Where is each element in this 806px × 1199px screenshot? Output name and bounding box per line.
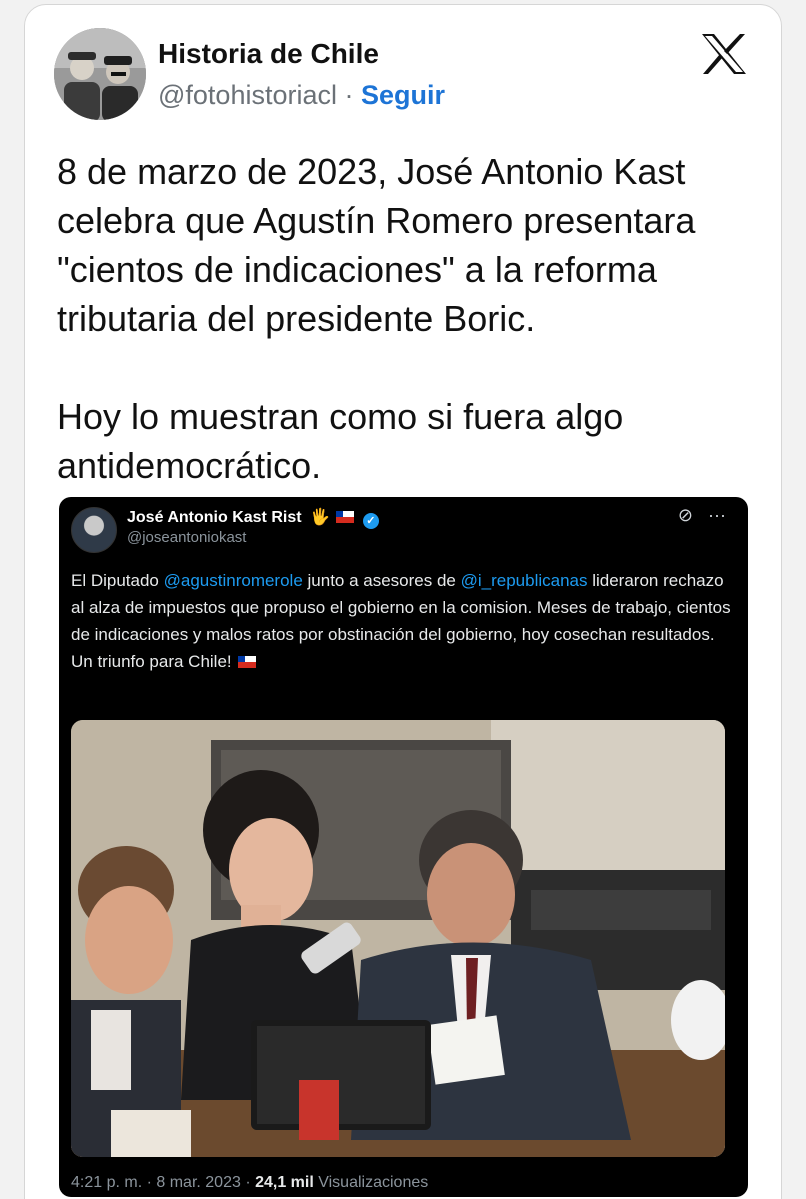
author-handle-line: @fotohistoriacl · Seguir — [158, 80, 445, 111]
embedded-author-avatar — [71, 507, 117, 553]
embedded-toolbar: ⊘ ··· — [668, 505, 726, 526]
mention-agustinromerole: @agustinromerole — [163, 571, 303, 590]
embedded-text-part: junto a asesores de — [302, 571, 461, 590]
embedded-text-part: El Diputado — [71, 571, 164, 590]
grok-icon: ⊘ — [677, 505, 693, 525]
chile-flag-icon — [238, 656, 257, 668]
follow-button[interactable]: Seguir — [361, 80, 445, 110]
x-logo-icon[interactable] — [700, 32, 748, 76]
embedded-tweet-meta: 4:21 p. m. · 8 mar. 2023 · 24,1 mil Visu… — [71, 1174, 428, 1192]
mention-i-republicanas: @i_republicanas — [460, 571, 588, 590]
more-icon: ··· — [708, 505, 726, 525]
verified-badge-icon: ✓ — [362, 513, 379, 529]
separator-dot: · — [344, 80, 354, 110]
congress-photo — [71, 720, 725, 1157]
author-avatar[interactable] — [54, 28, 146, 120]
chile-flag-icon — [336, 511, 355, 523]
author-handle[interactable]: @fotohistoriacl — [158, 80, 337, 110]
embedded-views-label: Visualizaciones — [313, 1174, 429, 1191]
embedded-author-emoji: 🖐 — [310, 509, 330, 526]
embedded-timestamp: 4:21 p. m. · 8 mar. 2023 · — [71, 1174, 256, 1191]
embedded-author-handle: @joseantoniokast — [127, 529, 247, 546]
author-name[interactable]: Historia de Chile — [158, 38, 379, 70]
tweet-text: 8 de marzo de 2023, José Antonio Kast ce… — [57, 151, 696, 486]
embedded-tweet-screenshot: José Antonio Kast Rist 🖐 ✓ @joseantoniok… — [59, 497, 748, 1197]
embedded-author-name-line: José Antonio Kast Rist 🖐 ✓ — [127, 507, 379, 529]
embedded-author-name: José Antonio Kast Rist — [127, 509, 302, 526]
embedded-views-count: 24,1 mil — [255, 1174, 314, 1191]
embedded-tweet-text: El Diputado @agustinromerole junto a ase… — [71, 567, 731, 675]
